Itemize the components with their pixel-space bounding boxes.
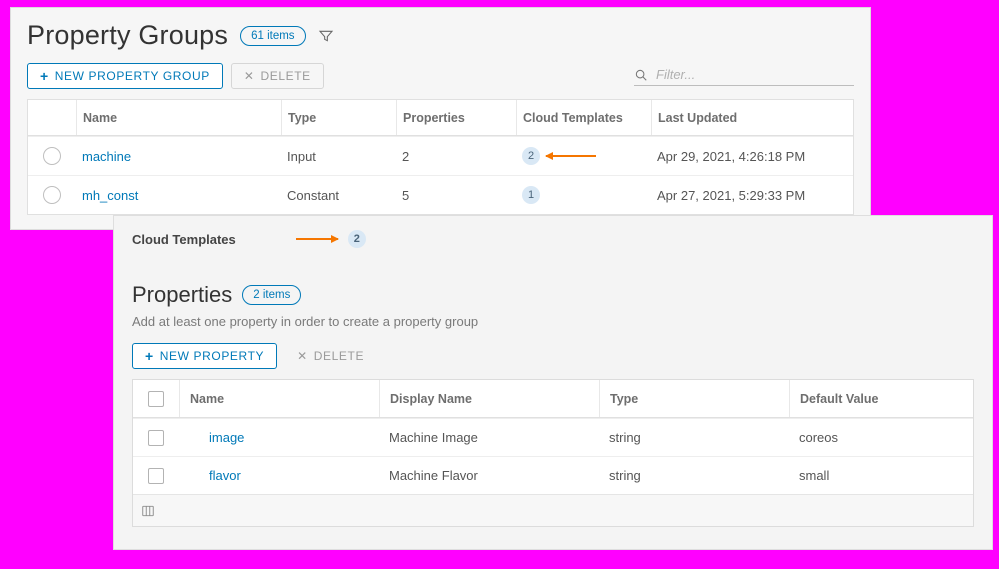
group-last-updated: Apr 27, 2021, 5:29:33 PM xyxy=(651,178,853,213)
row-select-radio[interactable] xyxy=(43,186,61,204)
table-row[interactable]: machine Input 2 2 Apr 29, 2021, 4:26:18 … xyxy=(28,136,853,175)
filter-input[interactable] xyxy=(654,66,854,83)
group-properties: 2 xyxy=(396,139,516,174)
close-icon: ✕ xyxy=(244,69,255,83)
property-type: string xyxy=(599,421,789,454)
properties-helper-text: Add at least one property in order to cr… xyxy=(132,314,974,329)
item-count-badge: 61 items xyxy=(240,26,305,46)
properties-action-row: + NEW PROPERTY ✕ DELETE xyxy=(132,343,974,369)
row-select-radio[interactable] xyxy=(43,147,61,165)
title-row: Property Groups 61 items xyxy=(27,20,854,51)
page-title: Property Groups xyxy=(27,20,228,51)
cloud-templates-count[interactable]: 2 xyxy=(348,230,366,248)
col-default-value[interactable]: Default Value xyxy=(789,380,973,417)
property-link[interactable]: flavor xyxy=(209,468,241,483)
col-type[interactable]: Type xyxy=(281,100,396,135)
properties-title-row: Properties 2 items xyxy=(132,282,974,308)
property-groups-panel: Property Groups 61 items + NEW PROPERTY … xyxy=(10,7,871,230)
col-last-updated[interactable]: Last Updated xyxy=(651,100,853,135)
table-row[interactable]: mh_const Constant 5 1 Apr 27, 2021, 5:29… xyxy=(28,175,853,214)
delete-label: DELETE xyxy=(260,69,310,83)
property-default-value: coreos xyxy=(789,421,973,454)
table-row[interactable]: image Machine Image string coreos xyxy=(133,418,973,456)
table-header: Name Type Properties Cloud Templates Las… xyxy=(28,100,853,136)
properties-count-badge: 2 items xyxy=(242,285,301,305)
cloud-templates-summary: Cloud Templates 2 xyxy=(132,230,974,248)
col-name[interactable]: Name xyxy=(179,380,379,417)
action-row: + NEW PROPERTY GROUP ✕ DELETE xyxy=(27,63,854,89)
new-property-group-label: NEW PROPERTY GROUP xyxy=(55,69,210,83)
new-property-button[interactable]: + NEW PROPERTY xyxy=(132,343,277,369)
property-groups-table: Name Type Properties Cloud Templates Las… xyxy=(27,99,854,215)
annotation-arrow-icon xyxy=(546,155,596,157)
new-property-label: NEW PROPERTY xyxy=(160,349,264,363)
group-detail-panel: Cloud Templates 2 Properties 2 items Add… xyxy=(113,215,993,550)
property-link[interactable]: image xyxy=(209,430,244,445)
group-type: Input xyxy=(281,139,396,174)
group-properties: 5 xyxy=(396,178,516,213)
search-icon xyxy=(634,68,648,82)
close-icon: ✕ xyxy=(297,349,308,363)
col-type[interactable]: Type xyxy=(599,380,789,417)
delete-property-label: DELETE xyxy=(314,349,364,363)
col-cloud-templates[interactable]: Cloud Templates xyxy=(516,100,651,135)
delete-property-button[interactable]: ✕ DELETE xyxy=(285,343,376,369)
column-picker-icon[interactable] xyxy=(141,504,155,518)
group-link[interactable]: machine xyxy=(82,149,131,164)
property-type: string xyxy=(599,459,789,492)
col-name[interactable]: Name xyxy=(76,100,281,135)
annotation-arrow-icon xyxy=(296,238,338,240)
properties-table: Name Display Name Type Default Value ima… xyxy=(132,379,974,527)
row-checkbox[interactable] xyxy=(148,468,164,484)
property-display-name: Machine Image xyxy=(379,421,599,454)
properties-heading: Properties xyxy=(132,282,232,308)
property-default-value: small xyxy=(789,459,973,492)
table-header: Name Display Name Type Default Value xyxy=(133,380,973,418)
cloud-templates-label: Cloud Templates xyxy=(132,232,236,247)
filter-field[interactable] xyxy=(634,66,854,86)
cloud-templates-count[interactable]: 2 xyxy=(522,147,540,165)
group-link[interactable]: mh_const xyxy=(82,188,138,203)
select-all-checkbox[interactable] xyxy=(148,391,164,407)
delete-button[interactable]: ✕ DELETE xyxy=(231,63,324,89)
col-display-name[interactable]: Display Name xyxy=(379,380,599,417)
table-row[interactable]: flavor Machine Flavor string small xyxy=(133,456,973,494)
property-display-name: Machine Flavor xyxy=(379,459,599,492)
col-properties[interactable]: Properties xyxy=(396,100,516,135)
filter-icon[interactable] xyxy=(318,28,334,44)
table-footer xyxy=(133,494,973,526)
new-property-group-button[interactable]: + NEW PROPERTY GROUP xyxy=(27,63,223,89)
cloud-templates-count[interactable]: 1 xyxy=(522,186,540,204)
group-type: Constant xyxy=(281,178,396,213)
group-last-updated: Apr 29, 2021, 4:26:18 PM xyxy=(651,139,853,174)
row-checkbox[interactable] xyxy=(148,430,164,446)
